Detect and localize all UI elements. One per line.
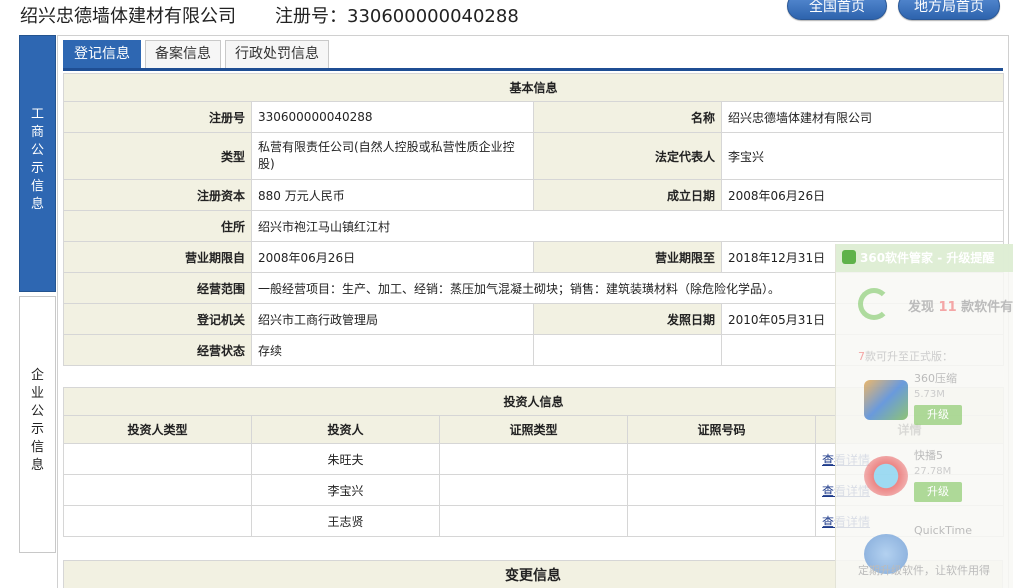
found-prefix: 发现 bbox=[908, 300, 935, 315]
popup-title-bar[interactable]: 360软件管家 - 升级提醒 bbox=[836, 244, 1013, 272]
type-value: 私营有限责任公司(自然人控股或私营性质企业控股) bbox=[251, 132, 534, 180]
issue-date-label: 发照日期 bbox=[533, 303, 722, 335]
cert-type-cell bbox=[439, 474, 628, 506]
col-investor-type: 投资人类型 bbox=[63, 415, 252, 444]
app-name: QuickTime bbox=[914, 524, 973, 537]
found-suffix: 款软件有 bbox=[961, 300, 1013, 315]
cert-no-cell bbox=[627, 505, 816, 537]
side-nav-char: 公 bbox=[30, 404, 44, 419]
investor-type-cell bbox=[63, 443, 252, 475]
founded-value: 2008年06月26日 bbox=[720, 179, 1005, 211]
software-update-popup[interactable]: 360软件管家 - 升级提醒 发现 11 款软件有 7款可升至正式版： 360压… bbox=[835, 244, 1013, 588]
app-name: 快播5 bbox=[914, 449, 943, 462]
founded-label: 成立日期 bbox=[533, 179, 722, 211]
upgrade-count-text: 7款可升至正式版： bbox=[858, 348, 953, 364]
side-nav-business-publicity[interactable]: 工 商 公 示 信 息 bbox=[19, 35, 56, 292]
app-name: 360压缩 bbox=[914, 372, 957, 385]
cert-type-cell bbox=[439, 505, 628, 537]
legal-rep-label: 法定代表人 bbox=[533, 132, 722, 180]
national-home-button[interactable]: 全国首页 bbox=[787, 0, 887, 20]
empty-cell bbox=[533, 334, 722, 366]
side-nav-enterprise-publicity[interactable]: 企 业 公 示 信 息 bbox=[19, 296, 56, 553]
term-to-label: 营业期限至 bbox=[533, 241, 722, 273]
refresh-icon bbox=[858, 288, 890, 320]
company-name: 绍兴忠德墙体建材有限公司 bbox=[20, 6, 236, 27]
tab-penalty-info[interactable]: 行政处罚信息 bbox=[225, 40, 329, 68]
status-label: 经营状态 bbox=[63, 334, 252, 366]
side-nav-char: 示 bbox=[30, 161, 44, 176]
tab-filing-info[interactable]: 备案信息 bbox=[145, 40, 221, 68]
capital-label: 注册资本 bbox=[63, 179, 252, 211]
col-cert-no: 证照号码 bbox=[627, 415, 816, 444]
investor-type-cell bbox=[63, 505, 252, 537]
cert-no-cell bbox=[627, 474, 816, 506]
cert-no-cell bbox=[627, 443, 816, 475]
address-label: 住所 bbox=[63, 210, 252, 242]
side-nav-char: 息 bbox=[30, 458, 44, 473]
side-nav-char: 业 bbox=[30, 386, 44, 401]
side-nav-char: 息 bbox=[30, 197, 44, 212]
authority-label: 登记机关 bbox=[63, 303, 252, 335]
found-count: 11 bbox=[938, 300, 957, 315]
col-cert-type: 证照类型 bbox=[439, 415, 628, 444]
side-nav-char: 商 bbox=[30, 125, 44, 140]
side-nav-char: 信 bbox=[30, 179, 44, 194]
upgrade-button[interactable]: 升级 bbox=[914, 405, 962, 425]
upgrade-count: 7 bbox=[858, 350, 865, 363]
term-from-value: 2008年06月26日 bbox=[251, 241, 534, 273]
term-from-label: 营业期限自 bbox=[63, 241, 252, 273]
side-nav-char: 工 bbox=[30, 107, 44, 122]
address-value: 绍兴市袍江马山镇红江村 bbox=[250, 210, 1005, 242]
investor-name-cell: 李宝兴 bbox=[251, 474, 440, 506]
status-value: 存续 bbox=[251, 334, 534, 366]
local-home-button[interactable]: 地方局首页 bbox=[898, 0, 1000, 20]
reg-no-label: 注册号 bbox=[63, 101, 252, 133]
authority-value: 绍兴市工商行政管理局 bbox=[251, 303, 534, 335]
side-nav-char: 示 bbox=[30, 422, 44, 437]
compress-app-icon bbox=[864, 380, 908, 420]
app-size: 27.78M bbox=[914, 466, 952, 477]
side-nav-char: 企 bbox=[30, 368, 44, 383]
legal-rep-value: 李宝兴 bbox=[720, 132, 1005, 180]
investor-name-cell: 朱旺夫 bbox=[251, 443, 440, 475]
name-label: 名称 bbox=[533, 101, 722, 133]
app-size: 5.73M bbox=[914, 389, 945, 400]
investor-type-cell bbox=[63, 474, 252, 506]
found-updates-text: 发现 11 款软件有 bbox=[908, 296, 1013, 315]
tab-registration-info[interactable]: 登记信息 bbox=[63, 40, 141, 68]
col-investor: 投资人 bbox=[251, 415, 440, 444]
popup-title: 360软件管家 - 升级提醒 bbox=[860, 251, 995, 265]
player-app-icon bbox=[864, 456, 908, 496]
side-nav-char: 公 bbox=[30, 143, 44, 158]
side-nav-char: 信 bbox=[30, 440, 44, 455]
investor-name-cell: 王志贤 bbox=[251, 505, 440, 537]
upgrade-text: 款可升至正式版： bbox=[865, 350, 953, 363]
app-manager-icon bbox=[842, 250, 856, 264]
popup-footer: 定期升级软件，让软件用得 bbox=[858, 564, 990, 577]
scope-label: 经营范围 bbox=[63, 272, 252, 304]
cert-type-cell bbox=[439, 443, 628, 475]
name-value: 绍兴忠德墙体建材有限公司 bbox=[720, 101, 1005, 133]
basic-info-title: 基本信息 bbox=[62, 73, 1005, 102]
reg-no-value: 330600000040288 bbox=[251, 101, 534, 133]
type-label: 类型 bbox=[63, 132, 252, 180]
capital-value: 880 万元人民币 bbox=[251, 179, 534, 211]
registration-number: 注册号：330600000040288 bbox=[275, 6, 519, 27]
tab-underline bbox=[63, 68, 1003, 71]
upgrade-button[interactable]: 升级 bbox=[914, 482, 962, 502]
